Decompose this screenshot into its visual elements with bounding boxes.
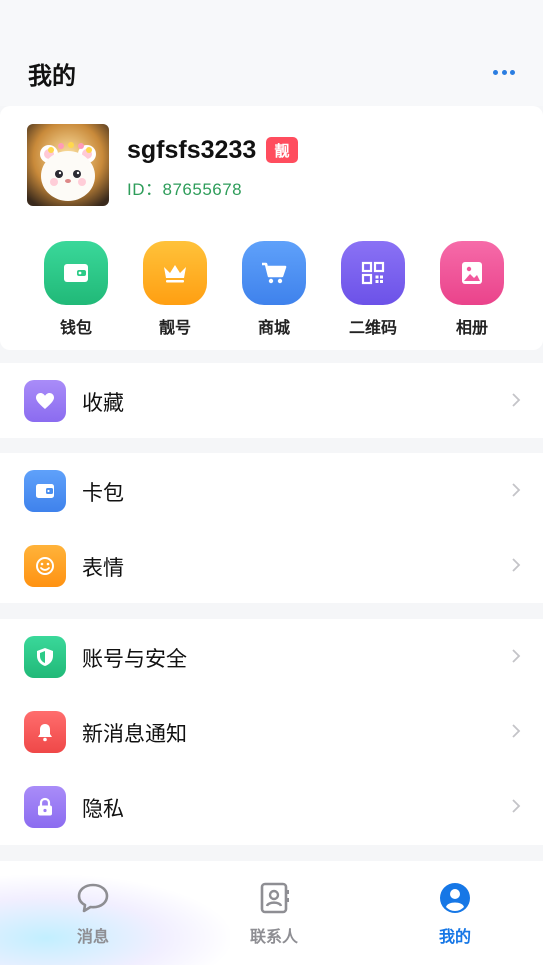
chevron-right-icon xyxy=(512,393,521,407)
quick-action-label: 钱包 xyxy=(59,318,92,337)
menu-item-label: 账号与安全 xyxy=(82,647,187,671)
shield-icon xyxy=(24,636,66,678)
chevron-right-icon xyxy=(512,799,521,813)
heart-icon xyxy=(24,380,66,422)
bell-icon xyxy=(24,711,66,753)
menu-item-favorites[interactable]: 收藏 xyxy=(0,363,543,438)
quick-action-vip-number[interactable]: 靓号 xyxy=(135,241,215,338)
crown-icon xyxy=(143,241,207,305)
menu-item-stickers[interactable]: 表情 xyxy=(0,528,543,603)
menu-item-card-wallet[interactable]: 卡包 xyxy=(0,453,543,528)
menu-item-label: 新消息通知 xyxy=(82,722,187,746)
album-icon xyxy=(440,241,504,305)
quick-action-label: 二维码 xyxy=(348,318,397,337)
user-icon xyxy=(440,883,470,913)
quick-action-label: 商城 xyxy=(257,318,290,337)
tab-label: 我的 xyxy=(438,927,471,946)
tab-label: 联系人 xyxy=(249,927,298,946)
page-header: 我的 xyxy=(0,0,543,106)
chevron-right-icon xyxy=(512,649,521,663)
menu-item-label: 卡包 xyxy=(82,481,124,505)
quick-action-qrcode[interactable]: 二维码 xyxy=(333,241,413,338)
smile-icon xyxy=(24,545,66,587)
bottom-tab-bar: 消息 联系人 我的 xyxy=(0,861,543,965)
quick-action-mall[interactable]: 商城 xyxy=(234,241,314,338)
username: sgfsfs3233 xyxy=(127,136,257,164)
qrcode-icon xyxy=(341,241,405,305)
quick-action-label: 靓号 xyxy=(158,318,191,337)
menu-group-settings: 账号与安全 新消息通知 隐私 xyxy=(0,619,543,845)
card-wallet-icon xyxy=(24,470,66,512)
menu-group-favorites: 收藏 xyxy=(0,363,543,438)
wallet-icon xyxy=(44,241,108,305)
profile-card: sgfsfs3233 靓 ID：87655678 钱包 靓号 商城 二维码 相册 xyxy=(0,106,543,350)
quick-action-wallet[interactable]: 钱包 xyxy=(36,241,116,338)
menu-item-label: 收藏 xyxy=(82,391,124,415)
menu-item-label: 表情 xyxy=(82,556,124,580)
page-title: 我的 xyxy=(28,62,76,90)
cart-icon xyxy=(242,241,306,305)
tab-me[interactable]: 我的 xyxy=(395,881,515,947)
menu-item-label: 隐私 xyxy=(82,797,124,821)
quick-actions: 钱包 靓号 商城 二维码 相册 xyxy=(0,241,543,338)
user-id: ID：87655678 xyxy=(127,180,243,199)
vip-number-badge: 靓 xyxy=(266,137,298,163)
contacts-icon xyxy=(260,882,289,914)
tab-messages[interactable]: 消息 xyxy=(33,881,153,947)
chevron-right-icon xyxy=(512,558,521,572)
menu-item-notifications[interactable]: 新消息通知 xyxy=(0,694,543,769)
chevron-right-icon xyxy=(512,483,521,497)
quick-action-album[interactable]: 相册 xyxy=(432,241,512,338)
chat-icon xyxy=(77,883,109,913)
menu-item-account-security[interactable]: 账号与安全 xyxy=(0,619,543,694)
menu-item-privacy[interactable]: 隐私 xyxy=(0,769,543,844)
tab-contacts[interactable]: 联系人 xyxy=(214,881,334,947)
quick-action-label: 相册 xyxy=(455,318,488,337)
lock-icon xyxy=(24,786,66,828)
more-icon[interactable] xyxy=(493,62,515,82)
tab-label: 消息 xyxy=(76,927,109,946)
menu-group-cards: 卡包 表情 xyxy=(0,453,543,603)
avatar[interactable] xyxy=(27,124,109,206)
chevron-right-icon xyxy=(512,724,521,738)
